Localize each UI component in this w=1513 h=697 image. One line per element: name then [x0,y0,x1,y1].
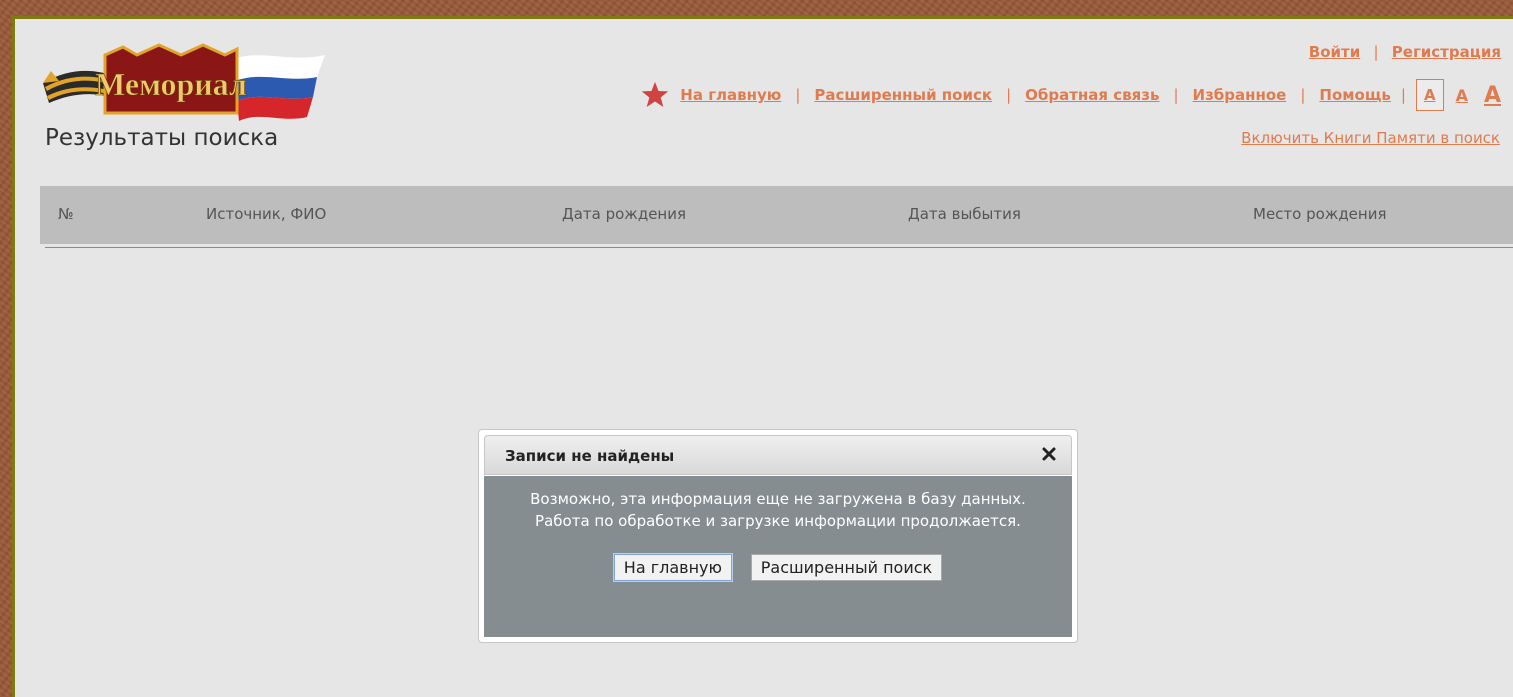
dialog-message-line-1: Возможно, эта информация еще не загружен… [530,490,1026,508]
page-container: Мемориал Результаты поиска Войти | Регис… [12,16,1513,697]
no-records-dialog: Записи не найдены Возможно, эта информац… [478,429,1078,643]
font-size-small-button[interactable]: A [1415,79,1444,111]
include-memory-books-link[interactable]: Включить Книги Памяти в поиск [1241,129,1500,147]
auth-separator: | [1373,43,1379,61]
column-header-birth-place[interactable]: Место рождения [1253,205,1387,223]
dialog-message-line-2: Работа по обработке и загрузке информаци… [535,512,1021,530]
nav-advanced-search-link[interactable]: Расширенный поиск [814,86,992,104]
dialog-buttons: На главную Расширенный поиск [484,554,1072,581]
nav-home-link[interactable]: На главную [680,86,781,104]
column-header-departure-date[interactable]: Дата выбытия [908,205,1021,223]
home-button[interactable]: На главную [613,554,732,581]
nav-favorites-link[interactable]: Избранное [1193,86,1287,104]
top-navigation: На главную | Расширенный поиск | Обратна… [640,75,1501,115]
font-size-large-button[interactable]: A [1484,83,1501,108]
star-icon [642,81,669,107]
nav-separator: | [1173,86,1179,104]
register-link[interactable]: Регистрация [1392,43,1501,61]
results-table-header: № Источник, ФИО Дата рождения Дата выбыт… [40,186,1513,244]
logo-text: Мемориал [95,66,247,102]
dialog-title: Записи не найдены [505,447,675,465]
login-link[interactable]: Войти [1309,43,1360,61]
nav-separator: | [1300,86,1306,104]
nav-separator: | [795,86,801,104]
close-icon[interactable] [1039,444,1059,464]
nav-help-link[interactable]: Помощь [1319,86,1391,104]
font-size-medium-button[interactable]: A [1456,86,1468,105]
page-title: Результаты поиска [45,125,279,151]
dialog-message: Возможно, эта информация еще не загружен… [484,488,1072,532]
column-header-source-name[interactable]: Источник, ФИО [206,205,326,223]
column-header-number[interactable]: № [58,205,74,223]
nav-separator: | [1006,86,1012,104]
nav-feedback-link[interactable]: Обратная связь [1025,86,1159,104]
dialog-body: Возможно, эта информация еще не загружен… [484,476,1072,637]
dialog-titlebar[interactable]: Записи не найдены [484,435,1072,475]
nav-separator: | [1400,86,1406,104]
auth-links: Войти | Регистрация [1309,43,1501,61]
advanced-search-button[interactable]: Расширенный поиск [750,554,943,581]
memorial-logo[interactable]: Мемориал [41,41,326,121]
column-header-birth-date[interactable]: Дата рождения [562,205,686,223]
table-header-divider [45,247,1513,248]
